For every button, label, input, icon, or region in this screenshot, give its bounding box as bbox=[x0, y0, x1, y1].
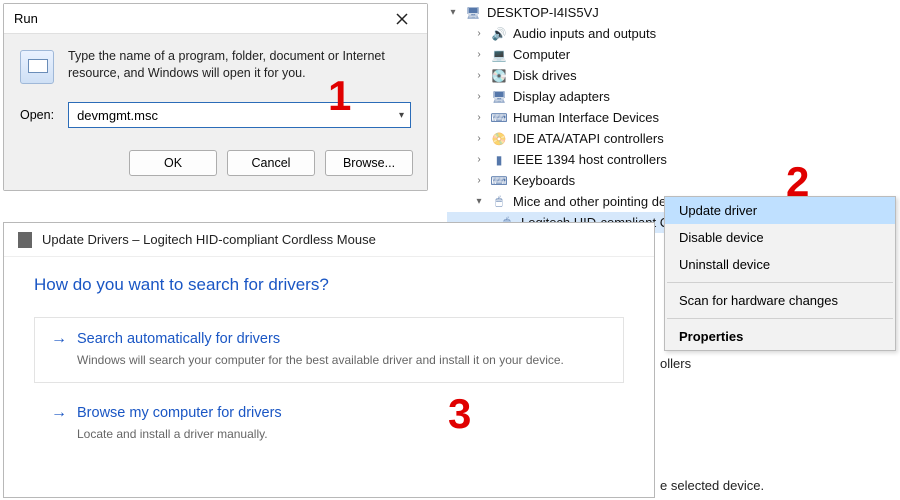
ctx-properties[interactable]: Properties bbox=[665, 323, 895, 350]
step-number-3: 3 bbox=[448, 390, 471, 438]
open-label: Open: bbox=[20, 108, 54, 122]
option-search-automatically[interactable]: → Search automatically for drivers Windo… bbox=[34, 317, 624, 383]
option-title: Browse my computer for drivers bbox=[77, 405, 282, 421]
pc-icon: 💻 bbox=[491, 47, 507, 63]
run-description: Type the name of a program, folder, docu… bbox=[68, 48, 411, 82]
step-number-2: 2 bbox=[786, 158, 809, 206]
ctx-update-driver[interactable]: Update driver bbox=[665, 197, 895, 224]
disk-icon: 💽 bbox=[491, 68, 507, 84]
wizard-title: Update Drivers – Logitech HID-compliant … bbox=[42, 232, 376, 247]
run-title: Run bbox=[10, 11, 383, 26]
tree-item-ieee1394[interactable]: ›▮IEEE 1394 host controllers bbox=[447, 149, 887, 170]
cancel-button[interactable]: Cancel bbox=[227, 150, 315, 176]
option-title: Search automatically for drivers bbox=[77, 331, 280, 347]
close-icon[interactable] bbox=[383, 7, 421, 31]
arrow-right-icon: → bbox=[51, 330, 67, 348]
device-icon bbox=[18, 232, 32, 248]
wizard-heading: How do you want to search for drivers? bbox=[34, 275, 624, 295]
option-browse-computer[interactable]: → Browse my computer for drivers Locate … bbox=[34, 401, 624, 457]
collapse-icon[interactable]: ▾ bbox=[447, 7, 459, 18]
collapse-icon[interactable]: ▾ bbox=[473, 196, 485, 207]
run-titlebar: Run bbox=[4, 4, 427, 34]
chevron-down-icon[interactable]: ▾ bbox=[399, 110, 404, 121]
tree-item-audio[interactable]: ›🔊Audio inputs and outputs bbox=[447, 23, 887, 44]
browse-button[interactable]: Browse... bbox=[325, 150, 413, 176]
mouse-icon: 🖱 bbox=[491, 194, 507, 210]
open-combobox[interactable]: ▾ bbox=[68, 102, 411, 128]
display-icon: 🖥 bbox=[491, 89, 507, 105]
tree-root[interactable]: ▾ 🖥 DESKTOP-I4IS5VJ bbox=[447, 2, 887, 23]
tree-item-ide[interactable]: ›📀IDE ATA/ATAPI controllers bbox=[447, 128, 887, 149]
update-drivers-wizard: Update Drivers – Logitech HID-compliant … bbox=[3, 222, 655, 498]
separator bbox=[667, 282, 893, 283]
ctx-disable-device[interactable]: Disable device bbox=[665, 224, 895, 251]
tree-root-label: DESKTOP-I4IS5VJ bbox=[487, 5, 599, 20]
audio-icon: 🔊 bbox=[491, 26, 507, 42]
tree-item-computer[interactable]: ›💻Computer bbox=[447, 44, 887, 65]
wizard-titlebar: Update Drivers – Logitech HID-compliant … bbox=[4, 223, 654, 257]
tree-item-keyboards[interactable]: ›⌨Keyboards bbox=[447, 170, 887, 191]
firewire-icon: ▮ bbox=[491, 152, 507, 168]
separator bbox=[667, 318, 893, 319]
ctx-scan-hardware[interactable]: Scan for hardware changes bbox=[665, 287, 895, 314]
ok-button[interactable]: OK bbox=[129, 150, 217, 176]
context-menu: Update driver Disable device Uninstall d… bbox=[664, 196, 896, 351]
arrow-right-icon: → bbox=[51, 404, 67, 422]
run-program-icon bbox=[20, 50, 54, 84]
partial-text: e selected device. bbox=[660, 478, 764, 493]
keyboard-icon: ⌨ bbox=[491, 173, 507, 189]
run-dialog: Run Type the name of a program, folder, … bbox=[3, 3, 428, 191]
ide-icon: 📀 bbox=[491, 131, 507, 147]
tree-item-hid[interactable]: ›⌨Human Interface Devices bbox=[447, 107, 887, 128]
option-description: Locate and install a driver manually. bbox=[51, 426, 607, 442]
step-number-1: 1 bbox=[328, 72, 351, 120]
hid-icon: ⌨ bbox=[491, 110, 507, 126]
tree-item-display[interactable]: ›🖥Display adapters bbox=[447, 86, 887, 107]
partial-text: ollers bbox=[660, 356, 691, 371]
ctx-uninstall-device[interactable]: Uninstall device bbox=[665, 251, 895, 278]
option-description: Windows will search your computer for th… bbox=[51, 352, 607, 368]
tree-item-disk[interactable]: ›💽Disk drives bbox=[447, 65, 887, 86]
computer-icon: 🖥 bbox=[465, 5, 481, 21]
